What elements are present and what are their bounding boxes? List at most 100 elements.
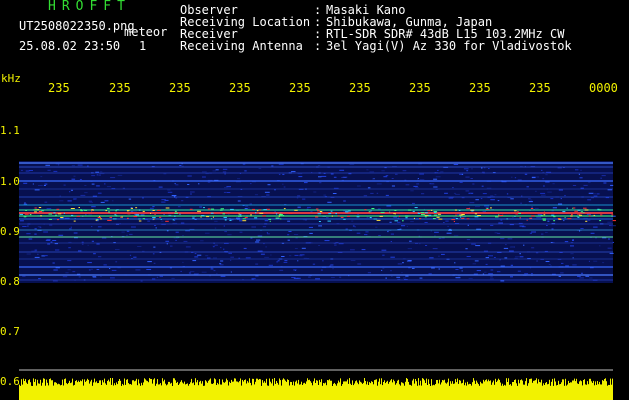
signal-speckle — [56, 208, 60, 210]
noise-dot — [475, 206, 480, 208]
noise-dot — [183, 240, 188, 242]
noise-dot — [67, 269, 71, 271]
noise-bar — [175, 380, 176, 400]
noise-dot — [320, 269, 323, 271]
signal-speckle — [153, 218, 155, 220]
noise-bar — [419, 385, 420, 400]
signal-speckle — [192, 217, 195, 219]
noise-dot — [187, 175, 192, 177]
noise-bar — [607, 385, 608, 400]
noise-bar — [184, 381, 185, 400]
noise-bar — [382, 385, 383, 400]
noise-dot — [350, 249, 355, 251]
noise-bar — [23, 378, 24, 400]
noise-bar — [426, 378, 427, 400]
noise-dot — [81, 243, 84, 245]
noise-bar — [195, 378, 196, 400]
signal-speckle — [84, 209, 87, 211]
signal-speckle — [179, 213, 181, 215]
noise-bar — [250, 382, 251, 400]
signal-speckle — [419, 218, 422, 220]
noise-bar — [445, 382, 446, 400]
antenna-value: 3el Yagi(V) Az 330 for Vladivostok — [326, 39, 572, 53]
signal-speckle — [477, 215, 481, 216]
signal-speckle — [107, 219, 111, 221]
noise-bar — [371, 381, 372, 400]
noise-bar — [84, 379, 85, 400]
signal-speckle — [106, 207, 110, 209]
noise-dot — [531, 177, 536, 179]
noise-bar — [365, 381, 366, 400]
noise-bar — [128, 383, 129, 400]
noise-bar — [354, 383, 355, 400]
noise-dot — [381, 249, 387, 251]
noise-dot — [73, 198, 77, 200]
noise-bar — [487, 381, 488, 400]
noise-dot — [262, 226, 267, 228]
app-title: HROFFT — [48, 0, 131, 14]
signal-speckle — [588, 215, 591, 217]
noise-dot — [34, 256, 40, 258]
spectrogram — [19, 97, 629, 400]
noise-bar — [505, 385, 506, 400]
signal-speckle — [239, 214, 241, 216]
noise-bar — [270, 381, 271, 400]
noise-dot — [104, 183, 106, 185]
noise-bar — [575, 381, 576, 400]
noise-bar — [341, 385, 342, 400]
noise-dot — [372, 178, 374, 180]
noise-dot — [383, 176, 388, 178]
noise-dot — [429, 257, 434, 259]
signal-speckle — [543, 211, 545, 213]
noise-dot — [38, 278, 41, 280]
signal-speckle — [514, 215, 516, 217]
noise-dot — [524, 173, 528, 175]
noise-dot — [438, 268, 440, 270]
noise-dot — [583, 184, 588, 186]
noise-bar — [54, 382, 55, 400]
noise-bar — [599, 381, 600, 400]
signal-speckle — [420, 212, 425, 214]
noise-bar — [349, 378, 350, 400]
signal-speckle — [433, 214, 437, 216]
noise-bar — [28, 380, 29, 400]
signal-speckle — [127, 213, 131, 215]
noise-dot — [255, 263, 259, 265]
noise-bar — [185, 384, 186, 400]
noise-dot — [237, 178, 241, 180]
noise-bar — [319, 379, 320, 400]
noise-bar — [455, 379, 456, 400]
noise-dot — [153, 262, 156, 264]
noise-bar — [598, 384, 599, 400]
noise-dot — [214, 244, 218, 246]
noise-bar — [277, 382, 278, 400]
noise-bar — [117, 384, 118, 400]
signal-speckle — [24, 213, 29, 215]
signal-speckle — [60, 217, 64, 218]
signal-speckle — [150, 212, 152, 214]
noise-bar — [353, 385, 354, 400]
signal-speckle — [371, 208, 375, 209]
noise-dot — [467, 224, 469, 226]
signal-speckle — [135, 207, 138, 209]
noise-bar — [483, 379, 484, 400]
signal-speckle — [19, 213, 23, 215]
noise-dot — [500, 280, 505, 282]
noise-dot — [324, 240, 330, 242]
noise-dot — [26, 233, 31, 235]
signal-speckle — [133, 216, 138, 218]
noise-dot — [531, 231, 536, 233]
signal-speckle — [373, 218, 378, 220]
noise-bar — [521, 379, 522, 400]
noise-dot — [312, 263, 316, 265]
noise-dot — [447, 225, 449, 227]
noise-bar — [501, 385, 502, 400]
noise-bar — [533, 380, 534, 400]
noise-bar — [198, 385, 199, 400]
noise-bar — [584, 379, 585, 400]
noise-dot — [526, 186, 529, 188]
signal-speckle — [203, 207, 205, 209]
noise-dot — [367, 272, 371, 274]
freq-tick: 0.7 — [0, 325, 20, 338]
noise-dot — [382, 267, 385, 269]
